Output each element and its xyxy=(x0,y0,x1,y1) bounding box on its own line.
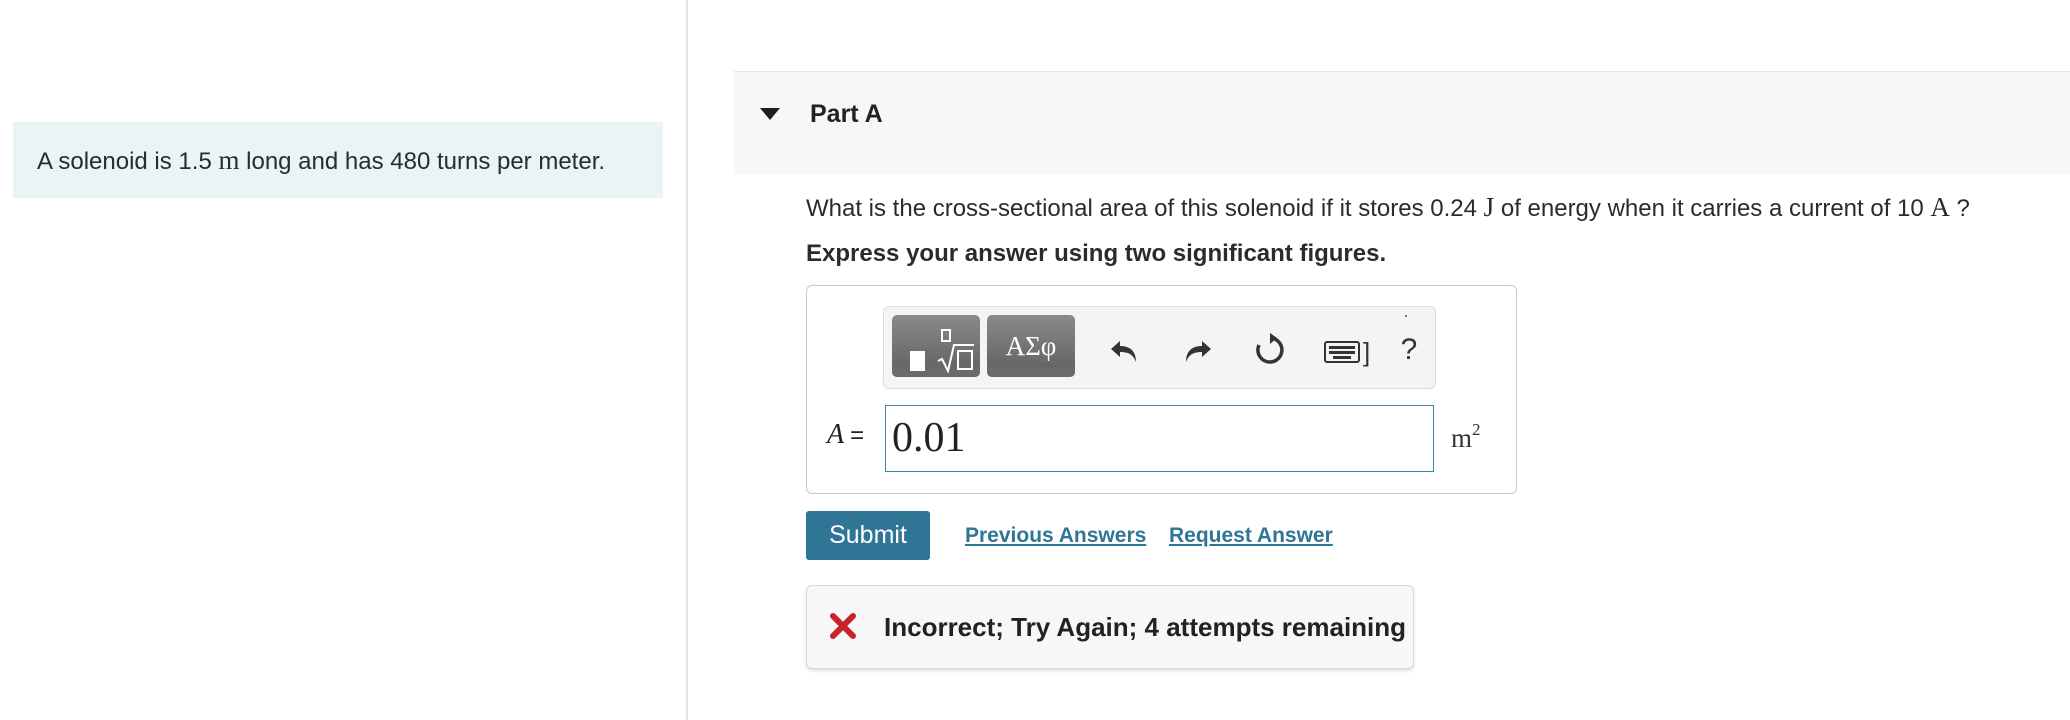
submit-button[interactable]: Submit xyxy=(806,511,930,560)
incorrect-x-icon xyxy=(830,613,856,639)
problem-intro: A solenoid is 1.5 m long and has 480 tur… xyxy=(13,122,663,198)
answer-box: ΑΣφ ] ? A = 0.01 m2 xyxy=(806,285,1517,494)
template-box-icon xyxy=(910,351,925,371)
pane-divider xyxy=(686,0,688,720)
math-toolbar: ΑΣφ ] ? xyxy=(883,306,1436,389)
reset-icon[interactable] xyxy=(1253,333,1287,367)
collapse-triangle-icon[interactable] xyxy=(760,108,780,120)
problem-pane: A solenoid is 1.5 m long and has 480 tur… xyxy=(0,0,686,720)
part-title: Part A xyxy=(810,100,883,128)
square-root-icon xyxy=(937,344,974,373)
answer-instruction: Express your answer using two significan… xyxy=(806,240,1387,267)
undo-icon[interactable] xyxy=(1108,333,1142,367)
intro-unit: m xyxy=(218,145,240,175)
templates-button[interactable] xyxy=(892,315,980,377)
question-text: What is the cross-sectional area of this… xyxy=(806,192,1970,222)
answer-variable-label: A = xyxy=(827,419,865,450)
previous-answers-link[interactable]: Previous Answers xyxy=(965,524,1146,548)
intro-text-end: long and has 480 turns per meter. xyxy=(239,148,606,175)
feedback-message-box: Incorrect; Try Again; 4 attempts remaini… xyxy=(806,585,1414,669)
request-answer-link[interactable]: Request Answer xyxy=(1169,524,1333,548)
toolbar-dot xyxy=(1405,315,1407,317)
keyboard-shortcuts-button[interactable]: ] xyxy=(1324,333,1376,367)
energy-unit: J xyxy=(1483,192,1495,222)
greek-symbols-button[interactable]: ΑΣφ xyxy=(987,315,1075,377)
keyboard-icon xyxy=(1324,341,1360,363)
intro-text-start: A solenoid is 1.5 xyxy=(37,148,219,175)
redo-icon[interactable] xyxy=(1180,333,1214,367)
feedback-text: Incorrect; Try Again; 4 attempts remaini… xyxy=(884,612,1407,642)
answer-unit: m2 xyxy=(1451,420,1481,453)
help-button[interactable]: ? xyxy=(1392,333,1426,367)
answer-input[interactable]: 0.01 xyxy=(885,405,1434,472)
part-header[interactable]: Part A xyxy=(734,71,2070,174)
current-unit: A xyxy=(1930,192,1950,222)
